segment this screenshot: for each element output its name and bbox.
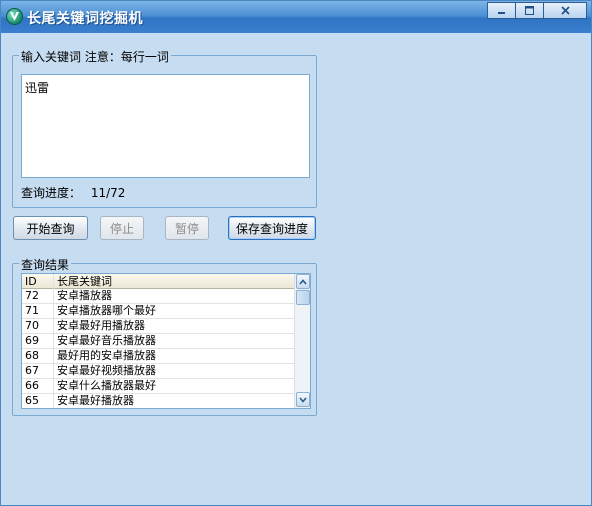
app-logo-icon bbox=[6, 8, 23, 25]
cell-id: 65 bbox=[22, 394, 54, 408]
query-progress: 查询进度： 11/72 bbox=[21, 184, 125, 201]
input-keywords-group: 输入关键词 注意：每行一词 迅雷 查询进度： 11/72 bbox=[12, 48, 317, 208]
table-row[interactable]: 68 最好用的安卓播放器 bbox=[22, 349, 296, 364]
table-header: ID 长尾关键词 bbox=[22, 274, 296, 289]
scrollbar-thumb[interactable] bbox=[296, 290, 310, 305]
keywords-input[interactable]: 迅雷 bbox=[21, 74, 310, 178]
cell-keyword: 安卓最好用播放器 bbox=[57, 319, 145, 332]
pause-button[interactable]: 暂停 bbox=[165, 216, 209, 240]
input-keywords-legend: 输入关键词 注意：每行一词 bbox=[19, 48, 171, 65]
cell-id: 67 bbox=[22, 364, 54, 378]
table-row[interactable]: 67 安卓最好视频播放器 bbox=[22, 364, 296, 379]
table-row[interactable]: 69 安卓最好音乐播放器 bbox=[22, 334, 296, 349]
cell-keyword: 最好用的安卓播放器 bbox=[57, 349, 156, 362]
query-results-group: 查询结果 ID 长尾关键词 72 安卓播放器 71 安卓播放器哪个最好 70 安卓最好… bbox=[12, 256, 317, 416]
cell-id: 72 bbox=[22, 289, 54, 303]
column-header-keyword[interactable]: 长尾关键词 bbox=[54, 274, 296, 289]
table-row[interactable]: 70 安卓最好用播放器 bbox=[22, 319, 296, 334]
cell-keyword: 安卓最好播放器 bbox=[57, 394, 134, 407]
progress-value: 11/72 bbox=[90, 186, 126, 200]
save-progress-button[interactable]: 保存查询进度 bbox=[228, 216, 316, 240]
app-window: 长尾关键词挖掘机 输入关键词 注意：每行一词 迅雷 查询进度： 11/72 开始… bbox=[0, 0, 592, 506]
close-button[interactable] bbox=[543, 2, 587, 19]
table-row[interactable]: 71 安卓播放器哪个最好 bbox=[22, 304, 296, 319]
cell-keyword: 安卓最好视频播放器 bbox=[57, 364, 156, 377]
table-row[interactable]: 66 安卓什么播放器最好 bbox=[22, 379, 296, 394]
title-bar[interactable]: 长尾关键词挖掘机 bbox=[1, 1, 591, 33]
window-title: 长尾关键词挖掘机 bbox=[27, 11, 143, 27]
stop-button[interactable]: 停止 bbox=[100, 216, 144, 240]
cell-id: 66 bbox=[22, 379, 54, 393]
maximize-icon bbox=[525, 6, 534, 15]
cell-keyword: 安卓最好音乐播放器 bbox=[57, 334, 156, 347]
table-row[interactable]: 65 安卓最好播放器 bbox=[22, 394, 296, 408]
start-query-button[interactable]: 开始查询 bbox=[13, 216, 88, 240]
cell-id: 71 bbox=[22, 304, 54, 318]
chevron-up-icon bbox=[299, 278, 307, 285]
chevron-down-icon bbox=[299, 396, 307, 403]
cell-keyword: 安卓什么播放器最好 bbox=[57, 379, 156, 392]
minimize-icon bbox=[498, 12, 505, 14]
progress-label: 查询进度： bbox=[21, 186, 82, 200]
scroll-down-button[interactable] bbox=[296, 392, 310, 407]
table-row[interactable]: 72 安卓播放器 bbox=[22, 289, 296, 304]
results-table[interactable]: ID 长尾关键词 72 安卓播放器 71 安卓播放器哪个最好 70 安卓最好用播放器 … bbox=[21, 273, 311, 409]
query-results-legend: 查询结果 bbox=[19, 256, 72, 273]
cell-id: 70 bbox=[22, 319, 54, 333]
column-header-id[interactable]: ID bbox=[22, 274, 54, 289]
cell-keyword: 安卓播放器 bbox=[57, 289, 112, 302]
maximize-button[interactable] bbox=[515, 2, 544, 19]
scroll-up-button[interactable] bbox=[296, 274, 310, 289]
cell-id: 68 bbox=[22, 349, 54, 363]
cell-keyword: 安卓播放器哪个最好 bbox=[57, 304, 156, 317]
vertical-scrollbar[interactable] bbox=[294, 274, 310, 408]
table-body: 72 安卓播放器 71 安卓播放器哪个最好 70 安卓最好用播放器 69 安卓最好音乐播… bbox=[22, 289, 296, 408]
cell-id: 69 bbox=[22, 334, 54, 348]
close-icon bbox=[560, 6, 570, 15]
minimize-button[interactable] bbox=[487, 2, 516, 19]
